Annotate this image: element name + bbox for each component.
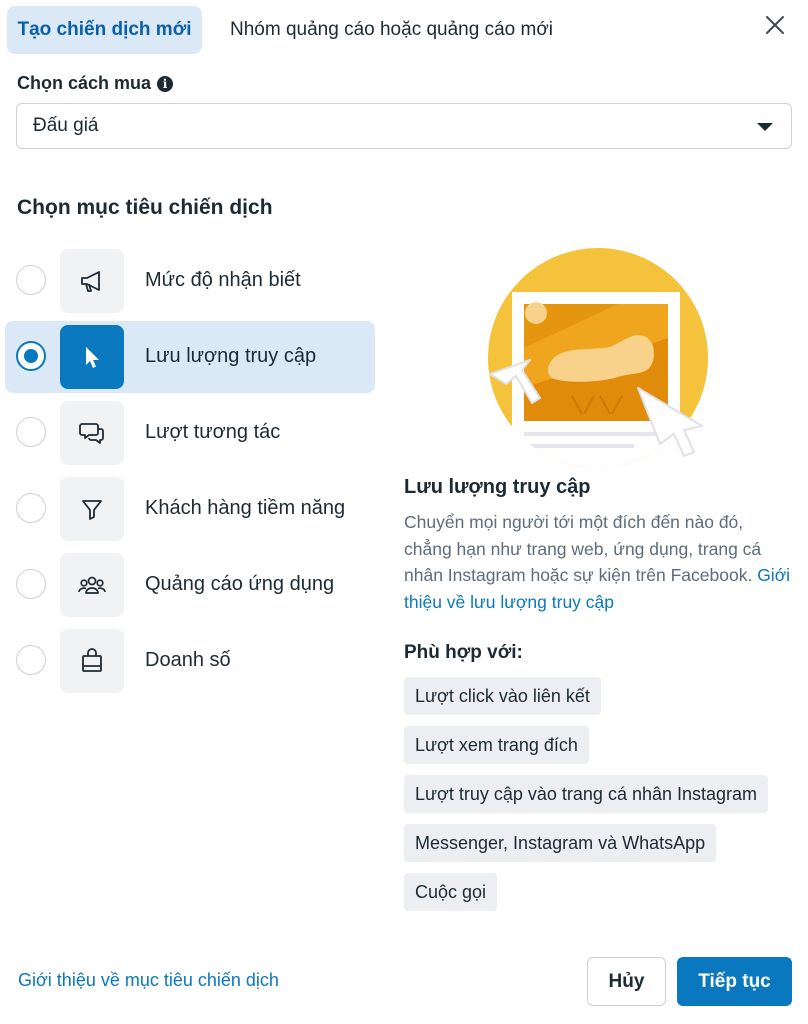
radio-button[interactable]	[16, 341, 46, 371]
megaphone-icon	[60, 249, 124, 313]
fit-chip: Cuộc gọi	[404, 873, 498, 911]
shopping-bag-icon	[60, 629, 124, 693]
fit-chip: Lượt xem trang đích	[404, 726, 589, 764]
objective-option-engagement[interactable]: Lượt tương tác	[5, 397, 375, 469]
buying-type-label-text: Chọn cách mua	[17, 73, 152, 93]
continue-button[interactable]: Tiếp tục	[677, 957, 792, 1006]
buying-type-select[interactable]: Đấu giá	[16, 103, 792, 149]
fit-chip: Lượt click vào liên kết	[404, 677, 601, 715]
objective-label: Lượt tương tác	[145, 421, 281, 443]
objective-option-leads[interactable]: Khách hàng tiềm năng	[5, 473, 375, 545]
cancel-button[interactable]: Hủy	[587, 957, 666, 1006]
cursor-icon	[60, 325, 124, 389]
tab-new-campaign[interactable]: Tạo chiến dịch mới	[7, 6, 202, 54]
chat-bubbles-icon	[60, 401, 124, 465]
objective-label: Doanh số	[145, 649, 231, 671]
about-objectives-link[interactable]: Giới thiệu về mục tiêu chiến dịch	[18, 970, 279, 991]
objective-option-awareness[interactable]: Mức độ nhận biết	[5, 245, 375, 317]
description-text: Chuyển mọi người tới một đích đến nào đó…	[404, 512, 762, 585]
tab-new-adset-or-ad[interactable]: Nhóm quảng cáo hoặc quảng cáo mới	[230, 6, 553, 54]
objective-detail-description: Chuyển mọi người tới một đích đến nào đó…	[404, 509, 794, 615]
fit-chip: Lượt truy cập vào trang cá nhân Instagra…	[404, 775, 769, 813]
buying-type-label: Chọn cách mua i	[17, 73, 174, 94]
objective-option-sales[interactable]: Doanh số	[5, 625, 375, 697]
radio-button[interactable]	[16, 493, 46, 523]
objective-detail-title: Lưu lượng truy cập	[404, 476, 591, 498]
radio-button[interactable]	[16, 645, 46, 675]
buying-type-value: Đấu giá	[33, 115, 99, 136]
close-icon[interactable]	[764, 14, 786, 36]
objective-label: Quảng cáo ứng dụng	[145, 573, 335, 595]
people-group-icon	[60, 553, 124, 617]
info-icon[interactable]: i	[157, 75, 174, 92]
objective-section-title: Chọn mục tiêu chiến dịch	[17, 196, 273, 219]
objective-option-traffic[interactable]: Lưu lượng truy cập	[5, 321, 375, 393]
radio-button[interactable]	[16, 265, 46, 295]
fits-title: Phù hợp với:	[404, 642, 523, 663]
tab-bar: Tạo chiến dịch mới Nhóm quảng cáo hoặc q…	[7, 6, 808, 54]
objective-label: Khách hàng tiềm năng	[145, 497, 346, 519]
fit-chip: Messenger, Instagram và WhatsApp	[404, 824, 717, 862]
traffic-illustration	[488, 248, 718, 478]
objective-label: Lưu lượng truy cập	[145, 345, 317, 367]
objective-option-app-promotion[interactable]: Quảng cáo ứng dụng	[5, 549, 375, 621]
radio-button[interactable]	[16, 569, 46, 599]
radio-button[interactable]	[16, 417, 46, 447]
funnel-icon	[60, 477, 124, 541]
chevron-down-icon	[757, 123, 773, 131]
objective-label: Mức độ nhận biết	[145, 269, 301, 291]
